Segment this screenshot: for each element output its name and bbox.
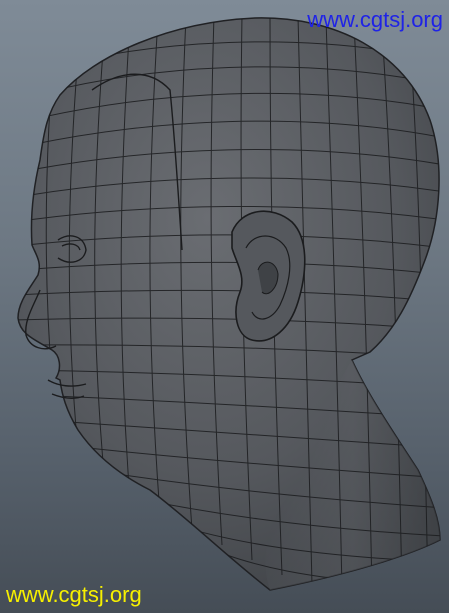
watermark-bottom-left: www.cgtsj.org	[6, 582, 142, 607]
watermark-top-right: www.cgtsj.org	[307, 7, 443, 32]
head-wireframe-model	[17, 17, 441, 591]
render-viewport: www.cgtsj.org www.cgtsj.org	[0, 0, 449, 613]
